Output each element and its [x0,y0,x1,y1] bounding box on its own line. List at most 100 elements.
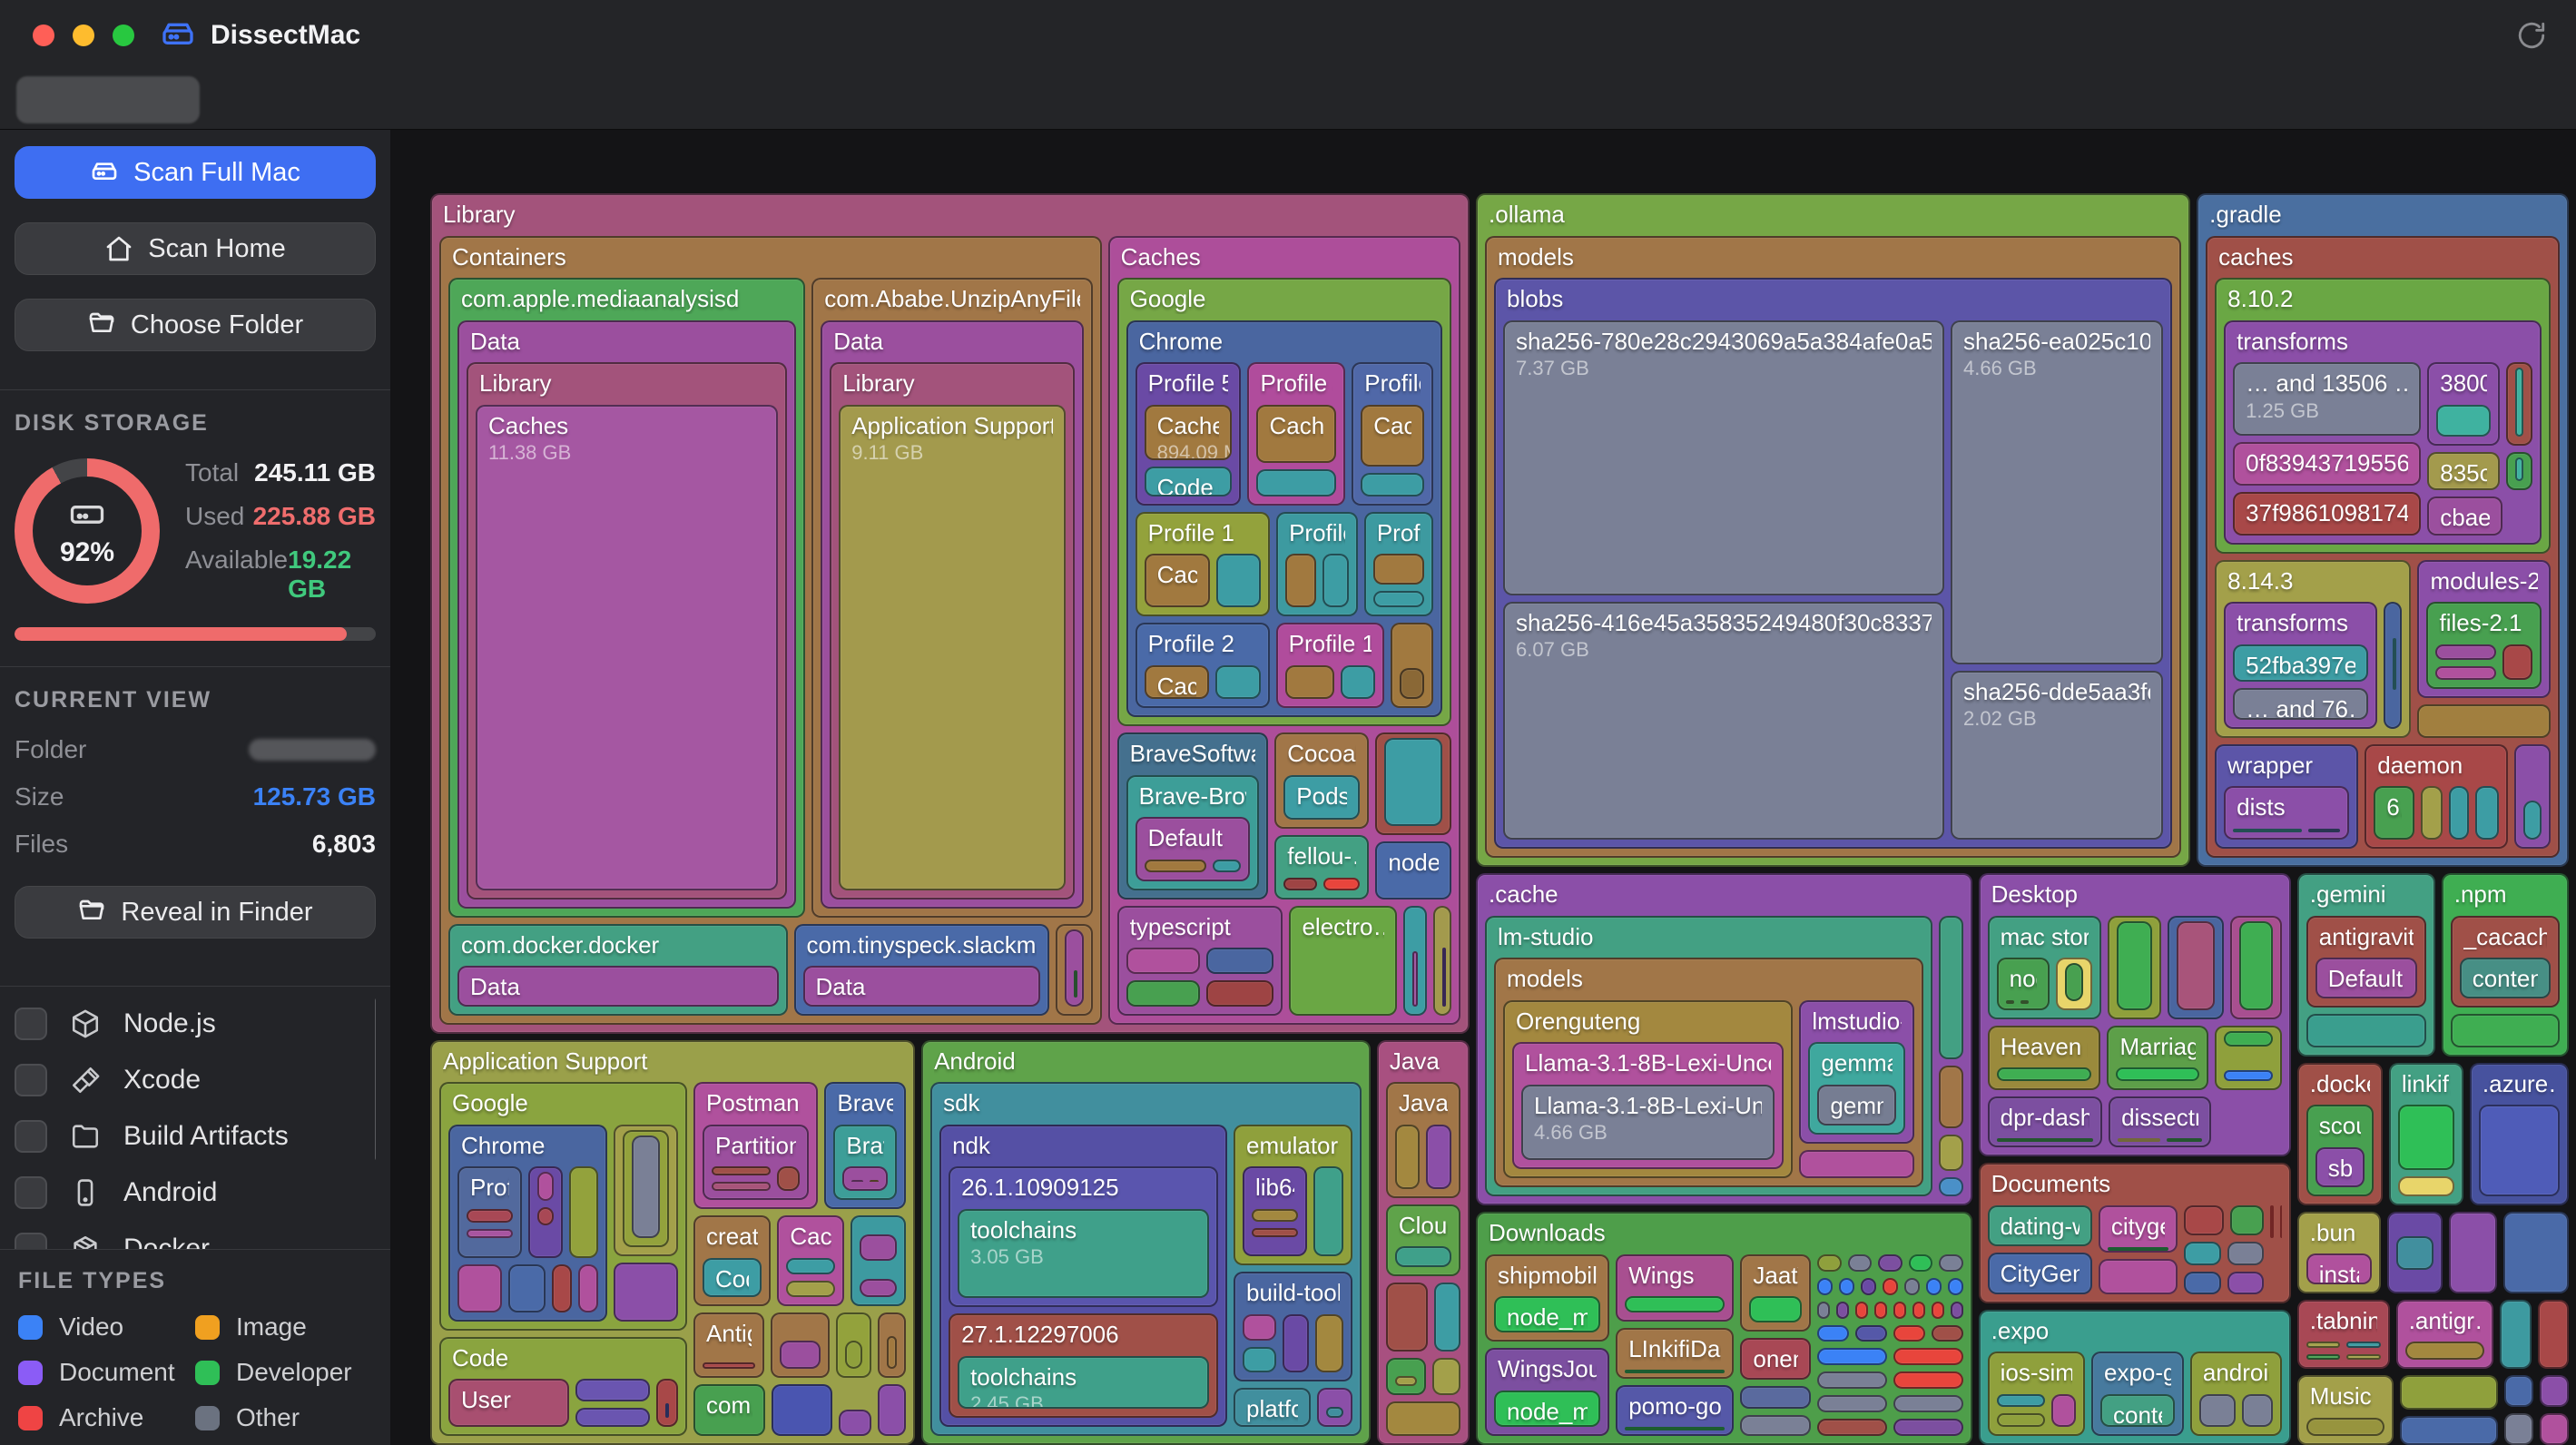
treemap-node-block[interactable] [2280,1205,2282,1238]
treemap-node-block[interactable] [1817,1371,1887,1389]
treemap-node-antigr[interactable]: Antigr… [693,1312,764,1378]
treemap-node-block[interactable] [1323,878,1360,890]
treemap-node-.ollama[interactable]: .ollamamodelsblobssha256-780e28c2943069a… [1476,193,2190,867]
treemap-node-block[interactable] [1386,1401,1460,1436]
treemap-node-block[interactable] [1625,1370,1725,1373]
treemap-node-block[interactable] [772,1384,831,1436]
treemap-node-library[interactable]: LibraryContainerscom.apple.mediaanalysis… [430,193,1470,1034]
treemap-node-android[interactable]: android-… [2190,1352,2282,1436]
treemap-node-code-cac[interactable]: Code Cac… [1145,467,1233,496]
treemap-node-block[interactable] [1341,665,1375,699]
treemap-node-block[interactable] [1400,668,1424,699]
treemap-node-block[interactable] [1883,1278,1898,1295]
treemap-node-block[interactable] [2504,1413,2533,1445]
treemap-node-block[interactable] [1384,738,1442,826]
treemap-node-block[interactable] [1373,554,1424,585]
refresh-icon[interactable] [2516,20,2547,51]
treemap-node-profile-5[interactable]: Profile 5Cache894.09 MBCode Cac… [1136,362,1242,506]
treemap-node-block[interactable] [1874,1302,1887,1319]
treemap-node-block[interactable] [1283,878,1317,890]
treemap-node-block[interactable] [1926,1278,1942,1295]
treemap-node-block[interactable] [2523,801,2542,840]
treemap-node-dists[interactable]: dists [2224,786,2349,840]
treemap-node-block[interactable] [771,1312,830,1378]
treemap-node-profile[interactable]: Profile… [457,1166,522,1258]
treemap-node-content[interactable]: content… [2100,1394,2175,1427]
treemap-node-block[interactable] [1817,1395,1887,1412]
treemap-node-lm-studio[interactable]: lm-studiomodelsOrengutengLlama-3.1-8B-Le… [1485,916,1932,1197]
treemap-node-.antigr[interactable]: .antigr… [2396,1300,2493,1370]
treemap-node-cbae6fd0.[interactable]: cbae6fd0. [2427,496,2502,535]
filter-item-build-artifacts[interactable]: Build Artifacts [15,1108,376,1165]
treemap-node-block[interactable] [2398,1176,2454,1195]
treemap-node-block[interactable] [2451,1014,2560,1047]
treemap-node-block[interactable] [1855,1302,1868,1319]
treemap-node-block[interactable] [1997,1394,2045,1408]
treemap-node-fellou[interactable]: fellou-… [1274,835,1369,899]
treemap-node-gemma-2-2[interactable]: gemma-2-2…gemma-2-… [1808,1042,1904,1135]
treemap-node-block[interactable] [850,1215,906,1306]
treemap-node-block[interactable] [2230,1205,2264,1235]
treemap-node-block[interactable] [1997,1067,2092,1081]
treemap-node-block[interactable] [2227,1242,2264,1264]
treemap-node-citygem..[interactable]: citygem.. [2099,1205,2178,1253]
treemap-node-block[interactable] [1252,1228,1298,1237]
treemap-node-block[interactable] [2479,1105,2560,1196]
treemap-node-block[interactable] [1065,929,1084,1007]
treemap-node-block[interactable] [1375,732,1451,835]
treemap-node-block[interactable] [703,1362,755,1369]
treemap-node-block[interactable] [2502,644,2532,680]
treemap-node-cache[interactable]: Cache [1361,405,1424,467]
treemap-node-ndk[interactable]: ndk26.1.10909125toolchains3.05 GB27.1.12… [939,1125,1227,1427]
treemap-node-application-support[interactable]: Application Support9.11 GB [839,405,1065,890]
treemap-node-cache.[interactable]: Cache. [777,1215,843,1306]
treemap-node-code[interactable]: CodeUser [439,1337,687,1436]
treemap-node-caches[interactable]: caches8.10.2transforms… and 13506 …1.25 … [2206,236,2560,859]
treemap-node-pods[interactable]: Pods [1283,775,1360,820]
treemap-node-documents[interactable]: Documentsdating-we…CityGemcitygem.. [1979,1163,2291,1302]
treemap-node-block[interactable] [2540,1375,2569,1407]
treemap-node-cloudst..[interactable]: CloudSt.. [1386,1204,1460,1276]
reveal-in-finder-button[interactable]: Reveal in Finder [15,886,376,939]
treemap-node-block[interactable] [1126,948,1200,974]
treemap-node-block[interactable] [1322,554,1349,607]
treemap-node-block[interactable] [2184,1205,2224,1235]
treemap-node-android[interactable]: Androidsdkndk26.1.10909125toolchains3.05… [921,1040,1371,1445]
close-window-button[interactable] [33,25,54,46]
treemap-node-block[interactable] [2515,457,2523,481]
treemap-node-block[interactable] [2515,368,2523,437]
treemap-node-block[interactable] [1426,1125,1451,1189]
treemap-node-block[interactable] [1215,665,1260,699]
treemap-node-block[interactable] [2184,1242,2220,1264]
treemap-node-block[interactable] [2168,916,2223,1019]
treemap-node-.tabnine[interactable]: .tabnine [2297,1300,2390,1370]
treemap-node-block[interactable] [1213,860,1242,872]
treemap-node-block[interactable] [2387,1212,2443,1293]
treemap-node-linkif[interactable]: linkif… [2389,1063,2463,1205]
treemap-node-block[interactable] [632,1135,660,1239]
treemap-node-block[interactable] [1206,980,1274,1007]
treemap-node-javavi[interactable]: JavaVi… [1386,1082,1460,1198]
treemap-node-.gradle[interactable]: .gradlecaches8.10.2transforms… and 13506… [2197,193,2569,867]
treemap-node-27.1.12297006[interactable]: 27.1.12297006toolchains2.45 GB [949,1313,1218,1418]
treemap-node-sha256-780e28c2943069a5a384afe0a5b5a667[interactable]: sha256-780e28c2943069a5a384afe0a5b5a667…… [1503,320,1944,595]
treemap-node-com.tinyspeck.slackmac[interactable]: com.tinyspeck.slackmac…Data [794,924,1049,1016]
treemap-node-block[interactable] [2051,1394,2076,1427]
treemap-node-postman[interactable]: PostmanPartition… [693,1082,818,1209]
treemap-node-block[interactable] [2393,638,2396,690]
treemap-node-block[interactable] [1403,906,1427,1016]
treemap-node-block[interactable] [575,1408,649,1427]
treemap-node-block[interactable] [887,1336,897,1368]
treemap-node-antigravity[interactable]: antigravity…DefaultCache [2306,916,2426,1008]
treemap-node-block[interactable] [1912,1302,1925,1319]
treemap-node-block[interactable] [578,1264,598,1312]
treemap-node-block[interactable] [786,1258,834,1274]
treemap-node-block[interactable] [712,1166,771,1175]
treemap-node-block[interactable] [851,1180,863,1182]
treemap-node-block[interactable] [1861,1278,1876,1295]
filter-item-docker[interactable]: Docker [15,1221,376,1249]
treemap-node-block[interactable] [1817,1348,1887,1365]
filter-item-node-js[interactable]: Node.js [15,996,376,1052]
treemap-node-profile-8[interactable]: Profile 8Cache [1247,362,1345,506]
treemap-node-block[interactable] [1317,1388,1352,1427]
